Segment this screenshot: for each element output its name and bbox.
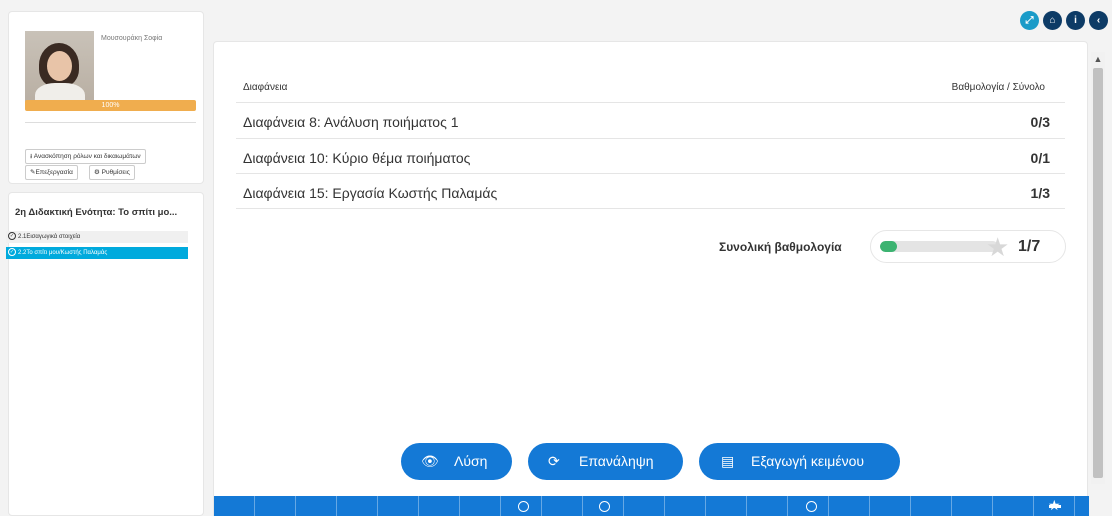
- user-name: Μουσουράκη Σοφία: [101, 35, 163, 42]
- avatar: [25, 31, 94, 106]
- settings-button[interactable]: ⚙ Ρυθμίσεις: [89, 165, 135, 180]
- divider: [25, 122, 196, 123]
- solution-label: Λύση: [454, 453, 488, 469]
- column-header-score: Βαθμολογία / Σύνολο: [951, 82, 1045, 93]
- document-icon: ▤: [721, 453, 735, 469]
- slide-label: Διαφάνεια 15: Εργασία Κωστής Παλαμάς: [243, 185, 498, 201]
- table-row: Διαφάνεια 8: Ανάλυση ποιήματος 1 0/3: [236, 102, 1065, 138]
- column-header-slide: Διαφάνεια: [243, 82, 288, 93]
- unit-title: 2η Διδακτική Ενότητα: Το σπίτι μο...: [15, 207, 178, 218]
- check-circle-icon: ✓: [8, 248, 16, 257]
- slide-score: 0/1: [1030, 150, 1050, 166]
- solution-button[interactable]: 👁 Λύση: [401, 443, 512, 480]
- profile-panel: Μουσουράκη Σοφία 100% ⭳ Ανασκόπηση ρόλων…: [8, 11, 204, 184]
- scroll-thumb[interactable]: [1093, 68, 1103, 478]
- info-icon[interactable]: i: [1066, 11, 1085, 30]
- star-icon[interactable]: ★: [1048, 497, 1061, 514]
- edit-button[interactable]: ✎Επεξεργασία: [25, 165, 78, 180]
- roles-review-label: Ανασκόπηση ρόλων και δικαιωμάτων: [33, 153, 141, 160]
- total-score-fill: [880, 241, 897, 252]
- retry-label: Επανάληψη: [579, 453, 654, 469]
- check-circle-icon: ✓: [8, 232, 16, 241]
- refresh-icon: ⟳: [548, 453, 560, 469]
- slide-label: Διαφάνεια 8: Ανάλυση ποιήματος 1: [243, 114, 459, 130]
- results-panel: Διαφάνεια Βαθμολογία / Σύνολο Διαφάνεια …: [213, 41, 1089, 516]
- unit-item-active[interactable]: ✓ 2.2Το σπίτι μου/Κωστής Παλαμάς: [6, 247, 188, 259]
- total-score-box: ★ 1/7: [870, 230, 1066, 263]
- unit-item-label: 2.1Εισαγωγικά στοιχεία: [18, 234, 81, 240]
- slide-score: 1/3: [1030, 185, 1050, 201]
- unit-item-label: 2.2Το σπίτι μου/Κωστής Παλαμάς: [18, 250, 108, 256]
- scroll-up-icon[interactable]: ▲: [1091, 52, 1105, 66]
- roles-review-button[interactable]: ⭳ Ανασκόπηση ρόλων και δικαιωμάτων: [25, 149, 146, 164]
- retry-button[interactable]: ⟳ Επανάληψη: [528, 443, 683, 480]
- total-score-label: Συνολική βαθμολογία: [719, 240, 842, 254]
- eye-icon: 👁: [421, 453, 439, 469]
- slide-label: Διαφάνεια 10: Κύριο θέμα ποιήματος: [243, 150, 471, 166]
- table-row: Διαφάνεια 10: Κύριο θέμα ποιήματος 0/1: [236, 138, 1065, 174]
- progress-bar: 100%: [25, 100, 196, 111]
- download-icon: ⭳: [30, 153, 33, 160]
- slide-marker[interactable]: [518, 501, 529, 512]
- total-score-bar: [880, 241, 998, 252]
- scrollbar[interactable]: ▲: [1091, 52, 1105, 484]
- home-icon[interactable]: ⌂: [1043, 11, 1062, 30]
- export-text-label: Εξαγωγή κειμένου: [751, 453, 865, 469]
- back-icon[interactable]: ‹: [1089, 11, 1108, 30]
- table-row: Διαφάνεια 15: Εργασία Κωστής Παλαμάς 1/3: [236, 173, 1065, 209]
- slide-marker[interactable]: [599, 501, 610, 512]
- expand-icon[interactable]: ⤢: [1020, 11, 1039, 30]
- gear-icon: ⚙: [94, 169, 100, 176]
- total-score-value: 1/7: [1018, 238, 1041, 255]
- star-icon: ★: [986, 232, 1010, 262]
- export-text-button[interactable]: ▤ Εξαγωγή κειμένου: [699, 443, 900, 480]
- slide-marker[interactable]: [806, 501, 817, 512]
- slide-score: 0/3: [1030, 114, 1050, 130]
- divider: [236, 208, 1065, 209]
- settings-label: Ρυθμίσεις: [101, 169, 130, 176]
- unit-item[interactable]: ✓ 2.1Εισαγωγικά στοιχεία: [6, 231, 188, 243]
- edit-label: Επεξεργασία: [35, 169, 73, 176]
- progress-label: 100%: [101, 102, 120, 109]
- slide-navigation-bar[interactable]: ★: [214, 496, 1089, 516]
